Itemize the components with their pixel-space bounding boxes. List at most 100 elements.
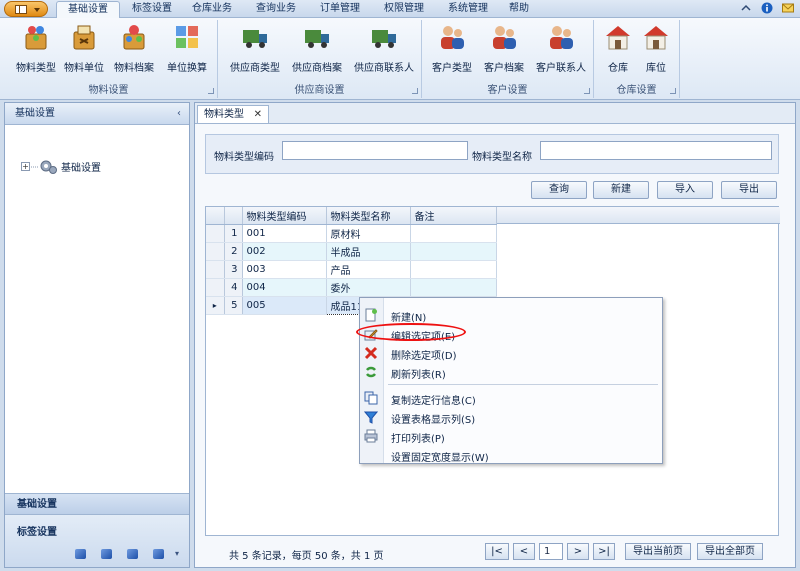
collapse-sidebar-icon[interactable]: ‹ bbox=[177, 103, 181, 125]
tab-system-management[interactable]: 系统管理 bbox=[442, 1, 494, 18]
storage-location-button[interactable]: 库位 bbox=[638, 22, 674, 74]
next-page-button[interactable]: > bbox=[567, 543, 589, 560]
menu-item-print[interactable]: 打印列表(P) bbox=[360, 427, 662, 445]
column-header-note[interactable]: 备注 bbox=[410, 207, 497, 225]
export-all-pages-button[interactable]: 导出全部页 bbox=[697, 543, 763, 560]
last-page-button[interactable]: >| bbox=[593, 543, 615, 560]
tab-permission-management[interactable]: 权限管理 bbox=[378, 1, 430, 18]
new-document-icon bbox=[365, 308, 377, 322]
menu-item-label: 新建(N) bbox=[391, 313, 427, 324]
nav-pane-label-settings[interactable]: 标签设置 ▾ bbox=[5, 515, 189, 567]
cell-name[interactable]: 原材料 bbox=[326, 224, 411, 243]
dialog-launcher-icon[interactable] bbox=[670, 88, 676, 94]
table-row[interactable]: 4 004 委外 bbox=[206, 278, 497, 297]
unit-conversion-button[interactable]: 单位换算 bbox=[164, 22, 210, 74]
column-header-name[interactable]: 物料类型名称 bbox=[326, 207, 411, 225]
menu-item-refresh[interactable]: 刷新列表(R) bbox=[360, 363, 662, 381]
ribbon-group-title: 客户设置 bbox=[487, 85, 528, 96]
warehouse-label: 仓库 bbox=[608, 63, 628, 74]
material-type-name-input[interactable] bbox=[540, 141, 772, 160]
nav-cube-icon[interactable] bbox=[127, 549, 138, 559]
import-button[interactable]: 导入 bbox=[657, 181, 713, 199]
nav-cube-icon[interactable] bbox=[101, 549, 112, 559]
cell-name[interactable]: 委外 bbox=[326, 278, 411, 297]
mail-icon[interactable] bbox=[782, 2, 794, 14]
table-row[interactable]: 1 001 原材料 bbox=[206, 224, 497, 243]
cell-note[interactable] bbox=[410, 224, 497, 243]
cell-code[interactable]: 002 bbox=[242, 242, 327, 261]
material-type-button[interactable]: 物料类型 bbox=[14, 22, 58, 74]
new-button[interactable]: 新建 bbox=[593, 181, 649, 199]
info-icon[interactable] bbox=[761, 2, 773, 14]
supplier-archive-button[interactable]: 供应商档案 bbox=[288, 22, 346, 74]
tab-help[interactable]: 帮助 bbox=[504, 1, 534, 18]
nav-cube-icon[interactable] bbox=[75, 549, 86, 559]
supplier-type-button[interactable]: 供应商类型 bbox=[226, 22, 284, 74]
overflow-chevron-icon[interactable]: ▾ bbox=[175, 549, 179, 558]
cell-code[interactable]: 003 bbox=[242, 260, 327, 279]
menu-item-set-columns[interactable]: 设置表格显示列(S) bbox=[360, 408, 662, 426]
highlight-annotation bbox=[356, 323, 466, 341]
export-button[interactable]: 导出 bbox=[721, 181, 777, 199]
ribbon-group-material: 物料类型 物料单位 物料档案 单位换算 物料设置 bbox=[0, 20, 218, 98]
nav-pane-basic-settings[interactable]: 基础设置 bbox=[5, 493, 189, 515]
menu-item-copy-row[interactable]: 复制选定行信息(C) bbox=[360, 389, 662, 407]
dialog-launcher-icon[interactable] bbox=[584, 88, 590, 94]
ribbon-group-supplier: 供应商类型 供应商档案 供应商联系人 供应商设置 bbox=[218, 20, 422, 98]
tab-order-management[interactable]: 订单管理 bbox=[314, 1, 366, 18]
menu-item-label: 设置表格显示列(S) bbox=[391, 415, 476, 426]
dialog-launcher-icon[interactable] bbox=[412, 88, 418, 94]
cell-note[interactable] bbox=[410, 278, 497, 297]
customer-contact-button[interactable]: 客户联系人 bbox=[532, 22, 590, 74]
table-row[interactable]: 3 003 产品 bbox=[206, 260, 497, 279]
cell-code[interactable]: 001 bbox=[242, 224, 327, 243]
menu-item-fixed-width[interactable]: 设置固定宽度显示(W) bbox=[360, 446, 662, 464]
menu-item-delete-selected[interactable]: 删除选定项(D) bbox=[360, 344, 662, 362]
tab-warehouse-business[interactable]: 仓库业务 bbox=[186, 1, 238, 18]
material-unit-button[interactable]: 物料单位 bbox=[62, 22, 106, 74]
export-current-page-button[interactable]: 导出当前页 bbox=[625, 543, 691, 560]
tree-expand-icon[interactable]: + bbox=[21, 162, 30, 171]
row-number: 2 bbox=[224, 242, 243, 261]
minimize-ribbon-icon[interactable] bbox=[740, 2, 752, 14]
first-page-button[interactable]: |< bbox=[485, 543, 509, 560]
cell-code[interactable]: 005 bbox=[242, 296, 327, 315]
material-archive-label: 物料档案 bbox=[114, 63, 154, 74]
supplier-archive-label: 供应商档案 bbox=[292, 63, 342, 74]
unit-conversion-label: 单位换算 bbox=[167, 63, 207, 74]
customer-type-button[interactable]: 客户类型 bbox=[428, 22, 476, 74]
table-row[interactable]: 2 002 半成品 bbox=[206, 242, 497, 261]
grid-header-filler bbox=[494, 207, 780, 224]
cell-note[interactable] bbox=[410, 260, 497, 279]
close-icon[interactable]: ✕ bbox=[254, 106, 262, 124]
page-number-input[interactable]: 1 bbox=[539, 543, 563, 560]
application-menu-button[interactable] bbox=[4, 1, 48, 17]
document-tab-label: 物料类型 bbox=[204, 109, 244, 120]
cell-name[interactable]: 产品 bbox=[326, 260, 411, 279]
customer-archive-button[interactable]: 客户档案 bbox=[480, 22, 528, 74]
material-archive-button[interactable]: 物料档案 bbox=[112, 22, 156, 74]
tab-label-settings[interactable]: 标签设置 bbox=[126, 1, 178, 18]
ribbon-tab-bar: 基础设置 标签设置 仓库业务 查询业务 订单管理 权限管理 系统管理 帮助 bbox=[0, 0, 800, 18]
material-type-code-input[interactable] bbox=[282, 141, 468, 160]
query-button[interactable]: 查询 bbox=[531, 181, 587, 199]
tab-query-business[interactable]: 查询业务 bbox=[250, 1, 302, 18]
material-unit-label: 物料单位 bbox=[64, 63, 104, 74]
prev-page-button[interactable]: < bbox=[513, 543, 535, 560]
cell-note[interactable] bbox=[410, 242, 497, 261]
warehouse-button[interactable]: 仓库 bbox=[600, 22, 636, 74]
nav-cube-icon[interactable] bbox=[153, 549, 164, 559]
ribbon-group-title: 供应商设置 bbox=[294, 85, 345, 96]
column-header-code[interactable]: 物料类型编码 bbox=[242, 207, 327, 225]
cell-code[interactable]: 004 bbox=[242, 278, 327, 297]
tab-basic-settings[interactable]: 基础设置 bbox=[56, 1, 120, 18]
customer-contact-label: 客户联系人 bbox=[536, 63, 586, 74]
menu-item-new[interactable]: 新建(N) bbox=[360, 306, 662, 324]
tree-node-basic-settings[interactable]: 基础设置 bbox=[61, 159, 101, 174]
warehouse-house-icon bbox=[606, 26, 630, 50]
supplier-contact-button[interactable]: 供应商联系人 bbox=[350, 22, 418, 74]
ribbon-panel: 物料类型 物料单位 物料档案 单位换算 物料设置 供应商类型 供应商档案 供应商… bbox=[0, 18, 800, 100]
dialog-launcher-icon[interactable] bbox=[208, 88, 214, 94]
cell-name[interactable]: 半成品 bbox=[326, 242, 411, 261]
document-tab-material-type[interactable]: 物料类型 ✕ bbox=[197, 105, 269, 124]
